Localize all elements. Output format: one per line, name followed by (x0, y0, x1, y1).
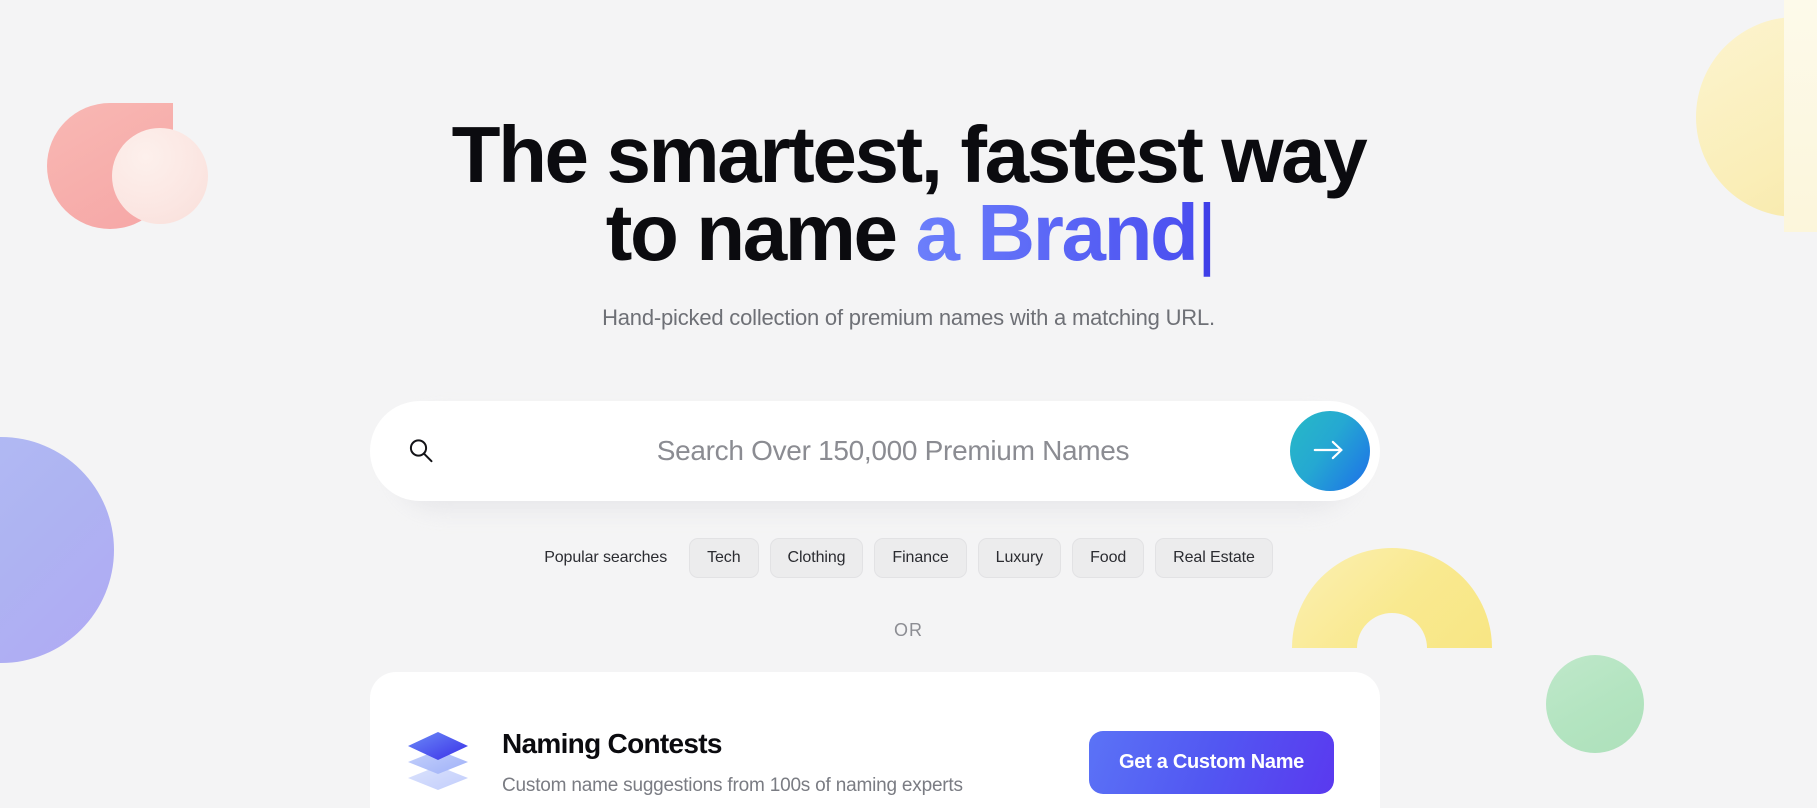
search-input[interactable] (436, 435, 1350, 467)
popular-searches-label: Popular searches (544, 549, 668, 566)
popular-tag-luxury[interactable]: Luxury (977, 538, 1062, 578)
popular-tag-clothing[interactable]: Clothing (769, 538, 864, 578)
popular-searches: Popular searches Tech Clothing Finance L… (0, 538, 1817, 578)
search-section (370, 401, 1380, 511)
hero-section: The smartest, fastest way to name a Bran… (0, 0, 1817, 331)
search-bar[interactable] (370, 401, 1380, 501)
naming-contests-description: Custom name suggestions from 100s of nam… (502, 774, 963, 796)
decorative-green-circle (1546, 655, 1644, 753)
popular-tag-food[interactable]: Food (1072, 538, 1145, 578)
headline-line-2-static: to name (605, 188, 916, 278)
popular-tag-finance[interactable]: Finance (874, 538, 967, 578)
search-submit-button[interactable] (1290, 411, 1370, 491)
headline-line-1: The smartest, fastest way (451, 110, 1368, 199)
popular-tag-real-estate[interactable]: Real Estate (1155, 538, 1273, 578)
page-title: The smartest, fastest way to name a Bran… (0, 115, 1817, 273)
typing-caret: | (1196, 188, 1218, 278)
stacked-layers-icon (400, 724, 476, 800)
naming-contests-text: Naming Contests Custom name suggestions … (502, 728, 1089, 797)
page-subtitle: Hand-picked collection of premium names … (602, 304, 1215, 330)
search-icon (406, 436, 436, 466)
naming-contests-title: Naming Contests (502, 727, 722, 759)
arrow-right-icon (1311, 438, 1349, 465)
page-root: The smartest, fastest way to name a Bran… (0, 0, 1817, 808)
or-divider: OR (894, 620, 923, 640)
popular-tag-tech[interactable]: Tech (689, 538, 759, 578)
naming-contests-card[interactable]: Naming Contests Custom name suggestions … (370, 672, 1380, 808)
headline-line-2-accent: a Brand (915, 188, 1198, 278)
get-custom-name-button[interactable]: Get a Custom Name (1089, 730, 1334, 794)
